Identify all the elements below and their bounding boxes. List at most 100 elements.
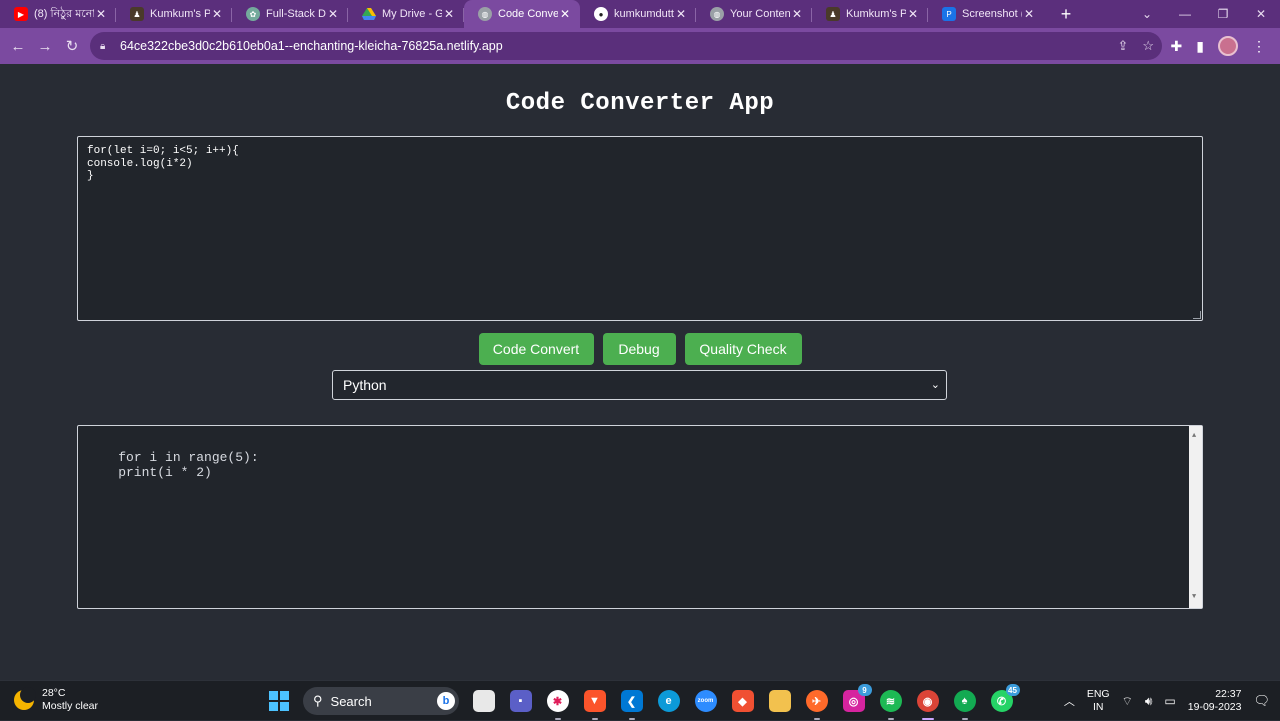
side-panel-icon[interactable]: ▮ <box>1196 38 1204 55</box>
tab-portfolio-2[interactable]: ♟ Kumkum's Portfolio ✕ <box>812 0 928 28</box>
chevron-down-icon: ⌄ <box>930 379 940 391</box>
language-indicator[interactable]: ENG IN <box>1087 688 1110 714</box>
clock[interactable]: 22:37 19-09-2023 <box>1188 688 1242 714</box>
taskbar-search-box[interactable]: ⚲ Search b <box>303 687 459 715</box>
windows-start-icon[interactable] <box>268 690 290 712</box>
debug-button[interactable]: Debug <box>602 333 676 365</box>
close-icon[interactable]: ✕ <box>94 7 108 21</box>
code-convert-button[interactable]: Code Convert <box>478 333 594 365</box>
whatsapp-badge: 45 <box>1005 684 1020 696</box>
close-icon[interactable]: ✕ <box>790 7 804 21</box>
scroll-up-icon[interactable]: ▲ <box>1192 429 1196 445</box>
resize-handle[interactable] <box>1193 311 1201 319</box>
language-selected-value: Python <box>343 377 387 393</box>
minimize-button[interactable]: — <box>1166 0 1204 28</box>
tab-fullstack[interactable]: ✿ Full-Stack Developer ✕ <box>232 0 348 28</box>
mongodb-compass-icon[interactable]: ♠ <box>953 690 976 720</box>
portfolio-icon: ♟ <box>826 7 840 21</box>
chatgpt-icon: ✿ <box>246 7 260 21</box>
screenshot-icon: P <box>942 7 956 21</box>
slack-icon[interactable]: ✱ <box>546 690 569 720</box>
google-drive-icon <box>362 7 376 21</box>
share-icon[interactable]: ⇪ <box>1117 38 1128 54</box>
reload-button[interactable]: ↻ <box>59 33 85 59</box>
system-tray: ︿ ENG IN ⌔ 🔊︎ ▭ 22:37 19-09-2023 🗨︎ <box>1064 681 1270 721</box>
taskbar: 28°C Mostly clear ⚲ Search b ▪ ✱ ▼ ❮ e z… <box>0 680 1280 720</box>
url-text[interactable]: 64ce322cbe3d0c2b610eb0a1--enchanting-kle… <box>120 39 503 53</box>
restore-button[interactable]: ❐ <box>1204 0 1242 28</box>
instagram-icon[interactable]: ◎ 9 <box>842 684 872 712</box>
edge-icon[interactable]: e <box>657 690 680 712</box>
address-bar[interactable]: 🔒︎ 64ce322cbe3d0c2b610eb0a1--enchanting-… <box>90 32 1162 60</box>
browser-toolbar: ← → ↻ 🔒︎ 64ce322cbe3d0c2b610eb0a1--encha… <box>0 28 1280 64</box>
scroll-down-icon[interactable]: ▼ <box>1192 590 1196 606</box>
notification-icon[interactable]: 🗨︎ <box>1253 693 1270 709</box>
instagram-badge: 9 <box>857 684 872 696</box>
tab-screenshot[interactable]: P Screenshot (6) ✕ <box>928 0 1044 28</box>
action-button-row: Code Convert Debug Quality Check <box>0 333 1280 365</box>
extensions-icon[interactable]: ✚ <box>1171 38 1183 55</box>
tab-title: (8) নিঠুর মনোহর <box>34 7 94 20</box>
close-icon[interactable]: ✕ <box>442 7 456 21</box>
code-output-area[interactable]: for i in range(5): print(i * 2) ▲ ▼ <box>77 425 1203 609</box>
tab-title: Full-Stack Developer <box>266 8 326 20</box>
quality-check-button[interactable]: Quality Check <box>684 333 802 365</box>
weather-widget[interactable]: 28°C Mostly clear <box>14 687 98 713</box>
tab-portfolio[interactable]: ♟ Kumkum's Portfolio ✕ <box>116 0 232 28</box>
tab-title: Your Content <box>730 8 790 20</box>
tab-title: Screenshot (6) <box>962 8 1022 20</box>
wifi-icon[interactable]: ⌔ <box>1122 694 1133 709</box>
spotify-icon[interactable]: ≋ <box>879 690 902 720</box>
back-button[interactable]: ← <box>5 33 31 59</box>
close-window-button[interactable]: ✕ <box>1242 0 1280 28</box>
language-select[interactable]: Python ⌄ <box>332 370 947 400</box>
tab-your-content[interactable]: ◍ Your Content ✕ <box>696 0 812 28</box>
search-icon: ⚲ <box>313 693 323 708</box>
close-icon[interactable]: ✕ <box>906 7 920 21</box>
chevron-up-icon[interactable]: ︿ <box>1064 693 1075 709</box>
battery-icon[interactable]: ▭ <box>1164 694 1175 708</box>
file-explorer-icon[interactable] <box>768 690 791 712</box>
tab-title: Kumkum's Portfolio <box>846 8 906 20</box>
task-view-icon[interactable] <box>472 690 495 712</box>
youtube-icon: ▶ <box>14 7 28 21</box>
close-icon[interactable]: ✕ <box>674 7 688 21</box>
tab-youtube[interactable]: ▶ (8) নিঠুর মনোহর ✕ <box>0 0 116 28</box>
git-icon[interactable]: ◆ <box>731 690 754 712</box>
globe-icon: ◍ <box>478 7 492 21</box>
tab-google-drive[interactable]: My Drive - Google Drive ✕ <box>348 0 464 28</box>
tab-title: kumkumdutta <box>614 8 674 20</box>
page-content: Code Converter App for(let i=0; i<5; i++… <box>0 64 1280 680</box>
tab-search-chevron-icon[interactable]: ⌄ <box>1128 0 1166 28</box>
chrome-icon[interactable]: ◉ <box>916 690 939 720</box>
brave-browser-icon[interactable]: ▼ <box>583 690 606 720</box>
clock-time: 22:37 <box>1215 688 1242 700</box>
close-icon[interactable]: ✕ <box>326 7 340 21</box>
tab-title: Code Converter <box>498 8 558 20</box>
output-scrollbar[interactable]: ▲ ▼ <box>1189 426 1202 608</box>
close-icon[interactable]: ✕ <box>1022 7 1036 21</box>
weather-desc: Mostly clear <box>42 700 99 712</box>
whatsapp-icon[interactable]: ✆ 45 <box>990 684 1020 712</box>
bookmark-star-icon[interactable]: ☆ <box>1142 38 1154 54</box>
tab-code-converter[interactable]: ◍ Code Converter ✕ <box>464 0 580 28</box>
output-code-text: for i in range(5): print(i * 2) <box>118 449 259 481</box>
vscode-icon[interactable]: ❮ <box>620 690 643 720</box>
forward-button[interactable]: → <box>32 33 58 59</box>
profile-avatar[interactable] <box>1218 36 1238 56</box>
zoom-icon[interactable]: zoom <box>694 690 717 712</box>
new-tab-button[interactable]: + <box>1054 4 1078 25</box>
volume-icon[interactable]: 🔊︎ <box>1145 694 1153 709</box>
tab-github[interactable]: ● kumkumdutta ✕ <box>580 0 696 28</box>
teams-chat-icon[interactable]: ▪ <box>509 690 532 712</box>
bing-icon[interactable]: b <box>437 692 455 710</box>
tab-title: Kumkum's Portfolio <box>150 8 210 20</box>
browser-tab-strip: ▶ (8) নিঠুর মনোহর ✕ ♟ Kumkum's Portfolio… <box>0 0 1280 28</box>
menu-kebab-icon[interactable]: ⋮ <box>1252 38 1266 55</box>
close-icon[interactable]: ✕ <box>558 7 572 21</box>
language-code: ENG <box>1086 688 1110 700</box>
lock-icon: 🔒︎ <box>100 40 106 52</box>
postman-icon[interactable]: ✈ <box>805 690 828 720</box>
code-input-textarea[interactable]: for(let i=0; i<5; i++){ console.log(i*2)… <box>77 136 1203 321</box>
close-icon[interactable]: ✕ <box>210 7 224 21</box>
